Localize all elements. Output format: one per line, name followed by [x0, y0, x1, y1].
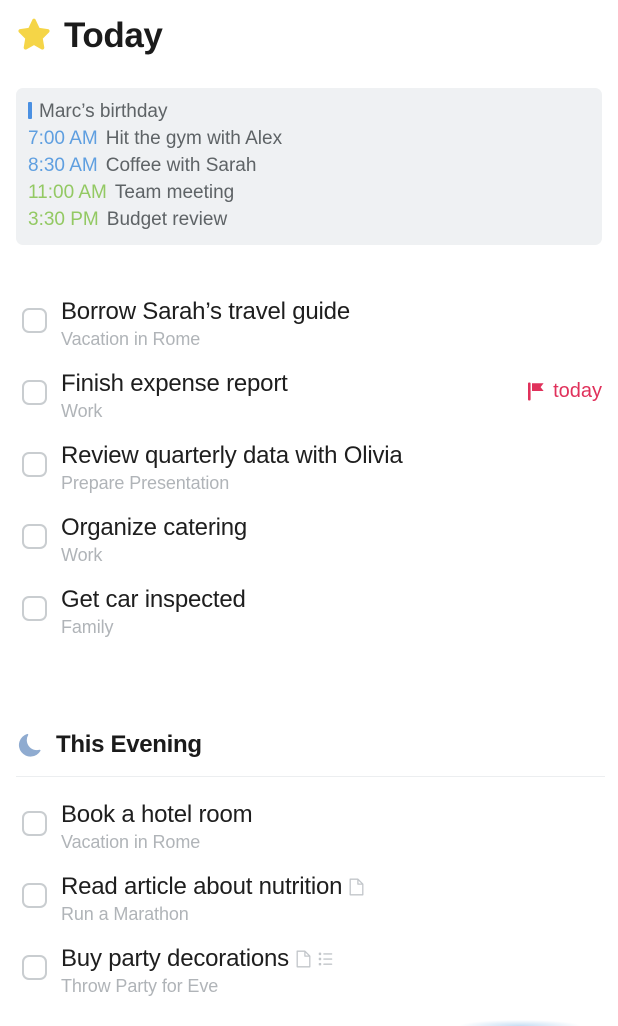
task-subtitle: Prepare Presentation: [61, 473, 230, 493]
star-icon: [18, 18, 50, 50]
task-checkbox[interactable]: [22, 308, 47, 333]
section-title: This Evening: [56, 731, 202, 758]
task-checkbox[interactable]: [22, 883, 47, 908]
calendar-event-title: Marc’s birthday: [39, 101, 168, 122]
task-subtitle: Vacation in Rome: [61, 329, 201, 349]
task-subtitle: Family: [61, 617, 114, 637]
task-title: Organize catering: [61, 514, 248, 541]
task-checkbox[interactable]: [22, 524, 47, 549]
task-content: Finish expense report Work: [61, 367, 528, 424]
calendar-event-title: Hit the gym with Alex: [105, 128, 283, 149]
task-row[interactable]: Borrow Sarah’s travel guide Vacation in …: [0, 295, 618, 367]
task-title: Borrow Sarah’s travel guide: [61, 298, 350, 325]
task-row[interactable]: Read article about nutrition Run a Marat…: [0, 870, 618, 942]
calendar-event-time: 8:30 AM: [28, 155, 98, 176]
section-divider: [16, 776, 605, 777]
today-view: Today Marc’s birthday 7:00 AM Hit the gy…: [0, 0, 618, 1026]
calendar-event-row[interactable]: 7:00 AM Hit the gym with Alex: [28, 125, 590, 152]
task-row[interactable]: Organize catering Work: [0, 511, 618, 583]
calendar-event-title: Budget review: [106, 209, 228, 230]
calendar-event-row[interactable]: 8:30 AM Coffee with Sarah: [28, 152, 590, 179]
task-content: Organize catering Work: [61, 511, 602, 568]
task-row[interactable]: Book a hotel room Vacation in Rome: [0, 798, 618, 870]
calendar-events-panel[interactable]: Marc’s birthday 7:00 AM Hit the gym with…: [16, 88, 602, 245]
task-row[interactable]: Finish expense report Work today: [0, 367, 618, 439]
task-checkbox[interactable]: [22, 380, 47, 405]
today-task-list: Borrow Sarah’s travel guide Vacation in …: [0, 295, 618, 655]
task-content: Read article about nutrition Run a Marat…: [61, 870, 602, 927]
allday-event-bar-icon: [28, 102, 32, 119]
calendar-event-title: Coffee with Sarah: [105, 155, 257, 176]
task-title: Book a hotel room: [61, 801, 253, 828]
task-checkbox[interactable]: [22, 452, 47, 477]
task-title: Finish expense report: [61, 370, 288, 397]
task-row[interactable]: Buy party decorations Throw Party for Ev…: [0, 942, 618, 1014]
page-header: Today: [0, 0, 618, 62]
task-content: Buy party decorations Throw Party for Ev…: [61, 942, 602, 999]
task-content: Review quarterly data with Olivia Prepar…: [61, 439, 602, 496]
calendar-event-time: 3:30 PM: [28, 209, 99, 230]
task-content: Get car inspected Family: [61, 583, 602, 640]
calendar-event-row[interactable]: 3:30 PM Budget review: [28, 206, 590, 233]
bottom-edge-highlight: [460, 1020, 580, 1026]
task-row[interactable]: Review quarterly data with Olivia Prepar…: [0, 439, 618, 511]
calendar-event-title: Team meeting: [114, 182, 235, 203]
page-title: Today: [64, 15, 163, 55]
checklist-icon: [318, 952, 333, 966]
task-subtitle: Throw Party for Eve: [61, 976, 219, 996]
task-row[interactable]: Get car inspected Family: [0, 583, 618, 655]
note-icon: [349, 878, 364, 896]
section-header-this-evening[interactable]: This Evening: [0, 731, 618, 759]
task-content: Borrow Sarah’s travel guide Vacation in …: [61, 295, 602, 352]
task-content: Book a hotel room Vacation in Rome: [61, 798, 602, 855]
due-label: today: [553, 380, 602, 402]
task-title: Read article about nutrition: [61, 873, 343, 900]
task-title: Buy party decorations: [61, 945, 289, 972]
calendar-event-row[interactable]: Marc’s birthday: [28, 98, 590, 125]
calendar-event-time: 11:00 AM: [28, 182, 107, 203]
task-checkbox[interactable]: [22, 955, 47, 980]
task-checkbox[interactable]: [22, 596, 47, 621]
evening-task-list: Book a hotel room Vacation in Rome Read …: [0, 798, 618, 1014]
calendar-event-time: 7:00 AM: [28, 128, 98, 149]
flag-icon: [528, 382, 544, 400]
task-subtitle: Work: [61, 545, 103, 565]
calendar-event-row[interactable]: 11:00 AM Team meeting: [28, 179, 590, 206]
task-subtitle: Vacation in Rome: [61, 832, 201, 852]
note-icon: [296, 950, 311, 968]
task-subtitle: Run a Marathon: [61, 904, 189, 924]
task-subtitle: Work: [61, 401, 103, 421]
task-checkbox[interactable]: [22, 811, 47, 836]
task-title: Get car inspected: [61, 586, 246, 613]
task-due-badge[interactable]: today: [528, 381, 602, 401]
task-title: Review quarterly data with Olivia: [61, 442, 403, 469]
moon-icon: [18, 733, 41, 757]
